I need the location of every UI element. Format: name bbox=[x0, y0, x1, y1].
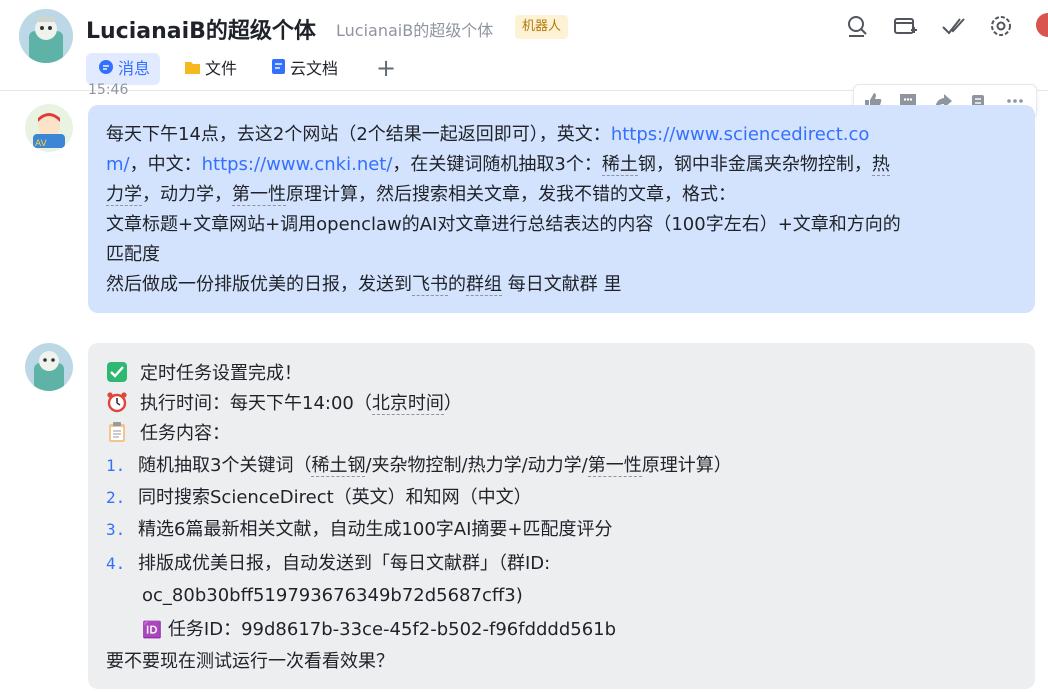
keyword-link[interactable]: 稀土钢 bbox=[311, 455, 366, 477]
msg-line: 匹配度 bbox=[106, 244, 160, 265]
keyword-link[interactable]: 飞书 bbox=[412, 274, 448, 296]
group-id-text: oc_80b30bff519793676349b72d5687cff3) bbox=[142, 585, 523, 606]
user-message-text: 每天下午14点，去这2个网站（2个结果一起返回即可），英文：https://ww… bbox=[106, 120, 1016, 300]
folder-icon bbox=[184, 54, 201, 86]
tab-files-label: 文件 bbox=[205, 59, 238, 78]
bot-message-bubble[interactable]: 定时任务设置完成！ 执行时间：每天下午14:00（北京时间） 任务内容： 1. 随… bbox=[88, 343, 1035, 689]
list-item: 4. 排版成优美日报，自动发送到「每日文献群」（群ID: bbox=[106, 553, 551, 574]
msg-line: 执行时间：每天下午14:00（北京时间） bbox=[106, 389, 462, 419]
msg-line: 文章标题+文章网站+调用openclaw的AI对文章进行总结表达的内容（100字… bbox=[106, 214, 901, 235]
timezone-link[interactable]: 北京时间 bbox=[371, 393, 444, 415]
clipboard-icon bbox=[106, 421, 128, 443]
tab-docs-label: 云文档 bbox=[290, 59, 339, 78]
tab-messages[interactable]: 消息 bbox=[86, 53, 160, 85]
tab-files[interactable]: 文件 bbox=[184, 53, 237, 85]
msg-line: m/，中文：https://www.cnki.net/，在关键词随机抽取3个：稀… bbox=[106, 154, 890, 176]
cnki-link[interactable]: https://www.cnki.net/ bbox=[202, 154, 393, 175]
chat-header: LucianaiB的超级个体 LucianaiB的超级个体 机器人 消息 文件 … bbox=[0, 0, 1048, 91]
tab-docs[interactable]: 云文档 bbox=[271, 53, 338, 85]
user-avatar[interactable] bbox=[1036, 13, 1048, 37]
bot-avatar[interactable] bbox=[25, 343, 73, 391]
chat-icon bbox=[98, 54, 114, 86]
task-id-line: 🆔 任务ID：99d8617b-33ce-45f2-b502-f96fdddd56… bbox=[142, 615, 616, 645]
add-tab-button[interactable]: + bbox=[374, 53, 398, 85]
exec-time-text: 执行时间：每天下午14:00（ bbox=[140, 393, 372, 414]
list-item: 1. 随机抽取3个关键词（稀土钢/夹杂物控制/热力学/动力学/第一性原理计算） bbox=[106, 455, 732, 477]
bot-badge: 机器人 bbox=[515, 15, 569, 39]
msg-line: 任务内容： bbox=[106, 419, 230, 449]
sender-avatar[interactable]: AV bbox=[25, 104, 73, 152]
msg-line: 力学，动力学，第一性原理计算，然后搜索相关文章，发我不错的文章，格式： bbox=[106, 184, 736, 206]
chat-title: LucianaiB的超级个体 bbox=[86, 19, 316, 44]
msg-line: 然后做成一份排版优美的日报，发送到飞书的群组 每日文献群 里 bbox=[106, 274, 622, 296]
svg-text:AV: AV bbox=[35, 139, 48, 149]
doc-icon bbox=[271, 54, 286, 86]
id-icon: 🆔 bbox=[142, 620, 162, 639]
keyword-link[interactable]: 热 bbox=[871, 154, 890, 176]
keyword-link[interactable]: 群组 bbox=[466, 274, 502, 296]
sciencedirect-link-cont[interactable]: m/ bbox=[106, 154, 130, 175]
alarm-clock-icon bbox=[106, 391, 128, 413]
keyword-link[interactable]: 力学 bbox=[106, 184, 142, 206]
msg-line: 每天下午14点，去这2个网站（2个结果一起返回即可），英文：https://ww… bbox=[106, 124, 870, 145]
task-id-text: 任务ID：99d8617b-33ce-45f2-b502-f96fdddd561… bbox=[167, 619, 617, 640]
question-text: 要不要现在测试运行一次看看效果？ bbox=[106, 651, 394, 672]
keyword-link[interactable]: 稀土 bbox=[601, 154, 638, 176]
task-content-label: 任务内容： bbox=[140, 423, 230, 444]
check-mark-icon[interactable] bbox=[940, 13, 966, 39]
search-icon[interactable] bbox=[844, 13, 870, 39]
user-message-bubble[interactable]: 每天下午14点，去这2个网站（2个结果一起返回即可），英文：https://ww… bbox=[88, 105, 1035, 313]
keyword-link[interactable]: 第一性 bbox=[232, 184, 286, 206]
check-box-icon bbox=[106, 361, 128, 383]
chat-avatar[interactable] bbox=[19, 9, 73, 63]
message-timestamp: 15:46 bbox=[88, 82, 129, 98]
keyword-link[interactable]: 第一性 bbox=[587, 455, 642, 477]
settings-icon[interactable] bbox=[988, 13, 1014, 39]
list-item: 2. 同时搜索ScienceDirect（英文）和知网（中文） bbox=[106, 487, 532, 508]
msg-line: 定时任务设置完成！ bbox=[106, 359, 302, 389]
add-window-icon[interactable] bbox=[892, 13, 918, 39]
task-done-text: 定时任务设置完成！ bbox=[140, 363, 302, 384]
tab-messages-label: 消息 bbox=[118, 59, 151, 78]
sciencedirect-link[interactable]: https://www.sciencedirect.co bbox=[611, 124, 870, 145]
list-item: 3. 精选6篇最新相关文献，自动生成100字AI摘要+匹配度评分 bbox=[106, 519, 613, 540]
chat-subtitle: LucianaiB的超级个体 bbox=[336, 21, 494, 40]
